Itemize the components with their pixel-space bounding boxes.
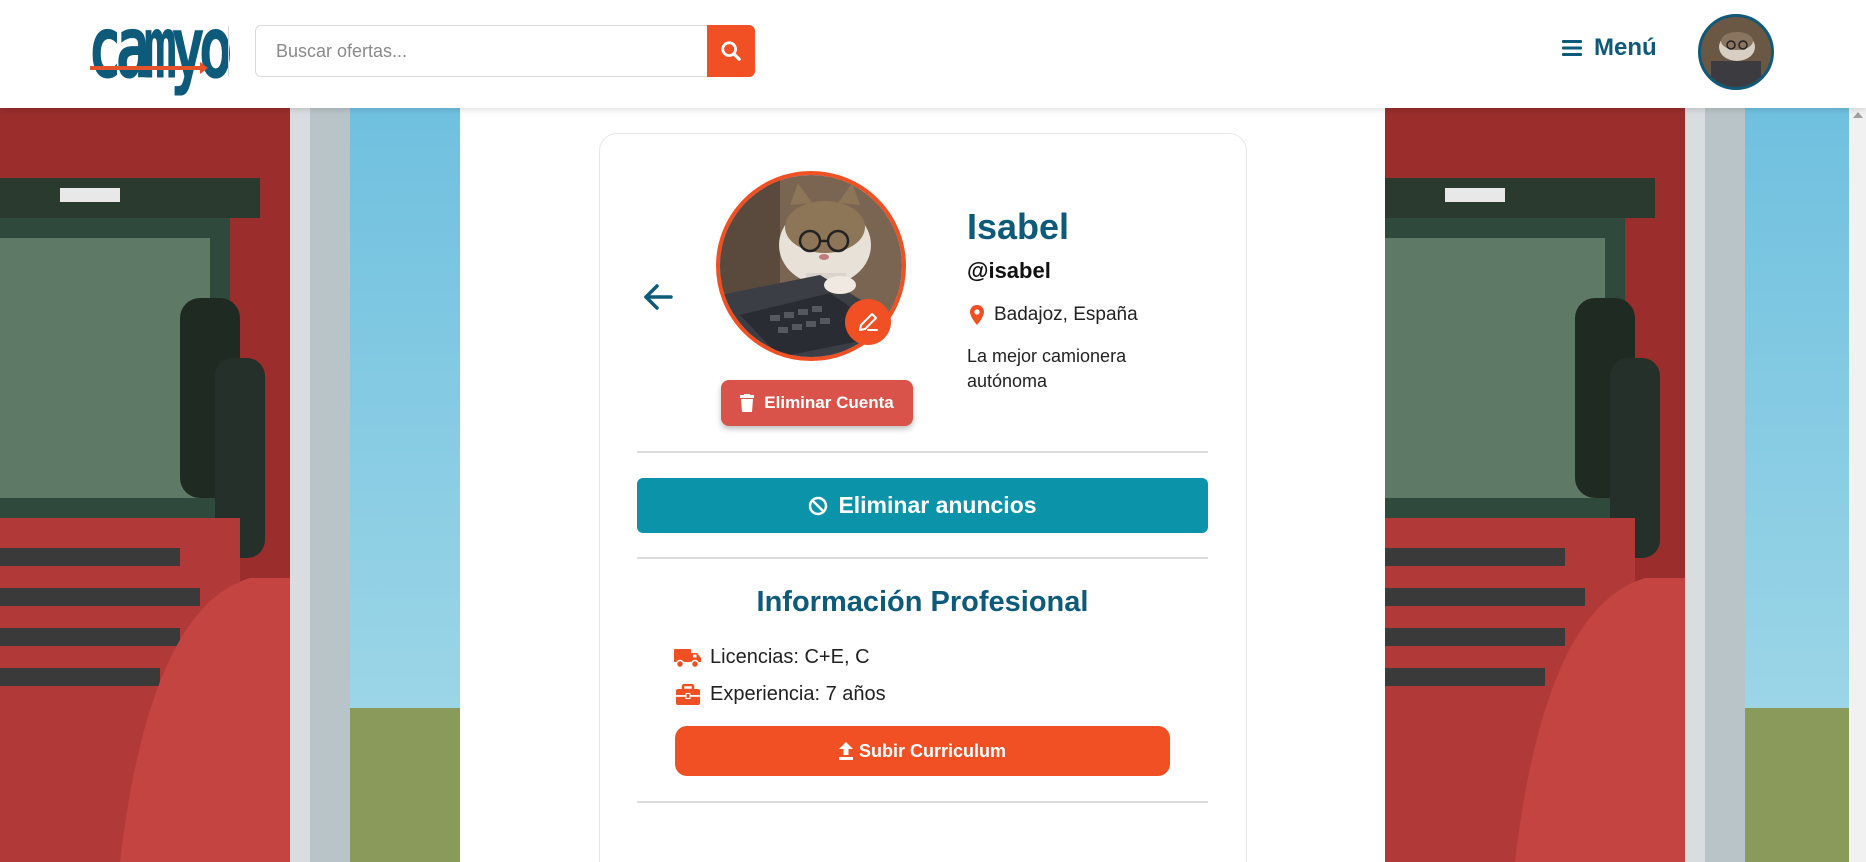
user-avatar[interactable] (1698, 14, 1774, 90)
menu-icon (1562, 40, 1582, 56)
remove-ads-label: Eliminar anuncios (838, 492, 1037, 518)
experience-row: Experiencia: 7 años (674, 683, 886, 706)
menu-button[interactable]: Menú (1562, 34, 1657, 62)
scroll-up-arrow-icon[interactable] (1853, 112, 1863, 118)
user-handle: @isabel (967, 258, 1051, 283)
delete-account-button[interactable]: Eliminar Cuenta (721, 380, 913, 426)
pencil-icon (859, 313, 878, 331)
logo-text: camyo (88, 0, 233, 100)
edit-photo-button[interactable] (845, 299, 891, 345)
background-truck-right (1385, 108, 1849, 862)
user-location: Badajoz, España (970, 304, 1138, 326)
upload-cv-button[interactable]: Subir Curriculum (675, 726, 1170, 776)
truck-icon (674, 648, 701, 668)
map-pin-icon (970, 305, 984, 325)
search-bar (255, 25, 755, 77)
experience-text: Experiencia: 7 años (710, 683, 886, 705)
licenses-text: Licencias: C+E, C (710, 646, 870, 668)
trash-icon (740, 394, 755, 412)
remove-ads-button[interactable]: Eliminar anuncios (637, 478, 1208, 533)
arrow-left-icon (644, 284, 673, 310)
user-name: Isabel (967, 206, 1070, 247)
briefcase-icon (676, 683, 700, 705)
scrollbar[interactable] (1849, 108, 1866, 862)
upload-icon (838, 742, 853, 760)
user-bio: La mejor camionera autónoma (967, 346, 1127, 391)
divider (637, 557, 1208, 559)
logo-underline (90, 62, 208, 74)
delete-account-label: Eliminar Cuenta (764, 393, 894, 412)
search-input[interactable] (255, 25, 709, 77)
divider (637, 451, 1208, 453)
search-icon (721, 41, 741, 61)
avatar-image (1701, 17, 1771, 87)
search-button[interactable] (707, 25, 755, 77)
ban-icon (809, 496, 828, 515)
section-title: Información Profesional (756, 586, 1089, 618)
licenses-row: Licencias: C+E, C (674, 646, 870, 669)
divider (637, 801, 1208, 803)
location-text: Badajoz, España (994, 304, 1138, 325)
upload-cv-label: Subir Curriculum (858, 740, 1006, 761)
background-truck-left (0, 108, 460, 862)
top-navbar: camyo Menú (0, 0, 1866, 108)
header-divider (228, 26, 229, 76)
back-button[interactable] (642, 282, 674, 317)
menu-label: Menú (1594, 34, 1657, 61)
truck-image-left (0, 108, 460, 862)
truck-image-right (1385, 108, 1849, 862)
camyo-logo[interactable]: camyo (88, 0, 233, 100)
